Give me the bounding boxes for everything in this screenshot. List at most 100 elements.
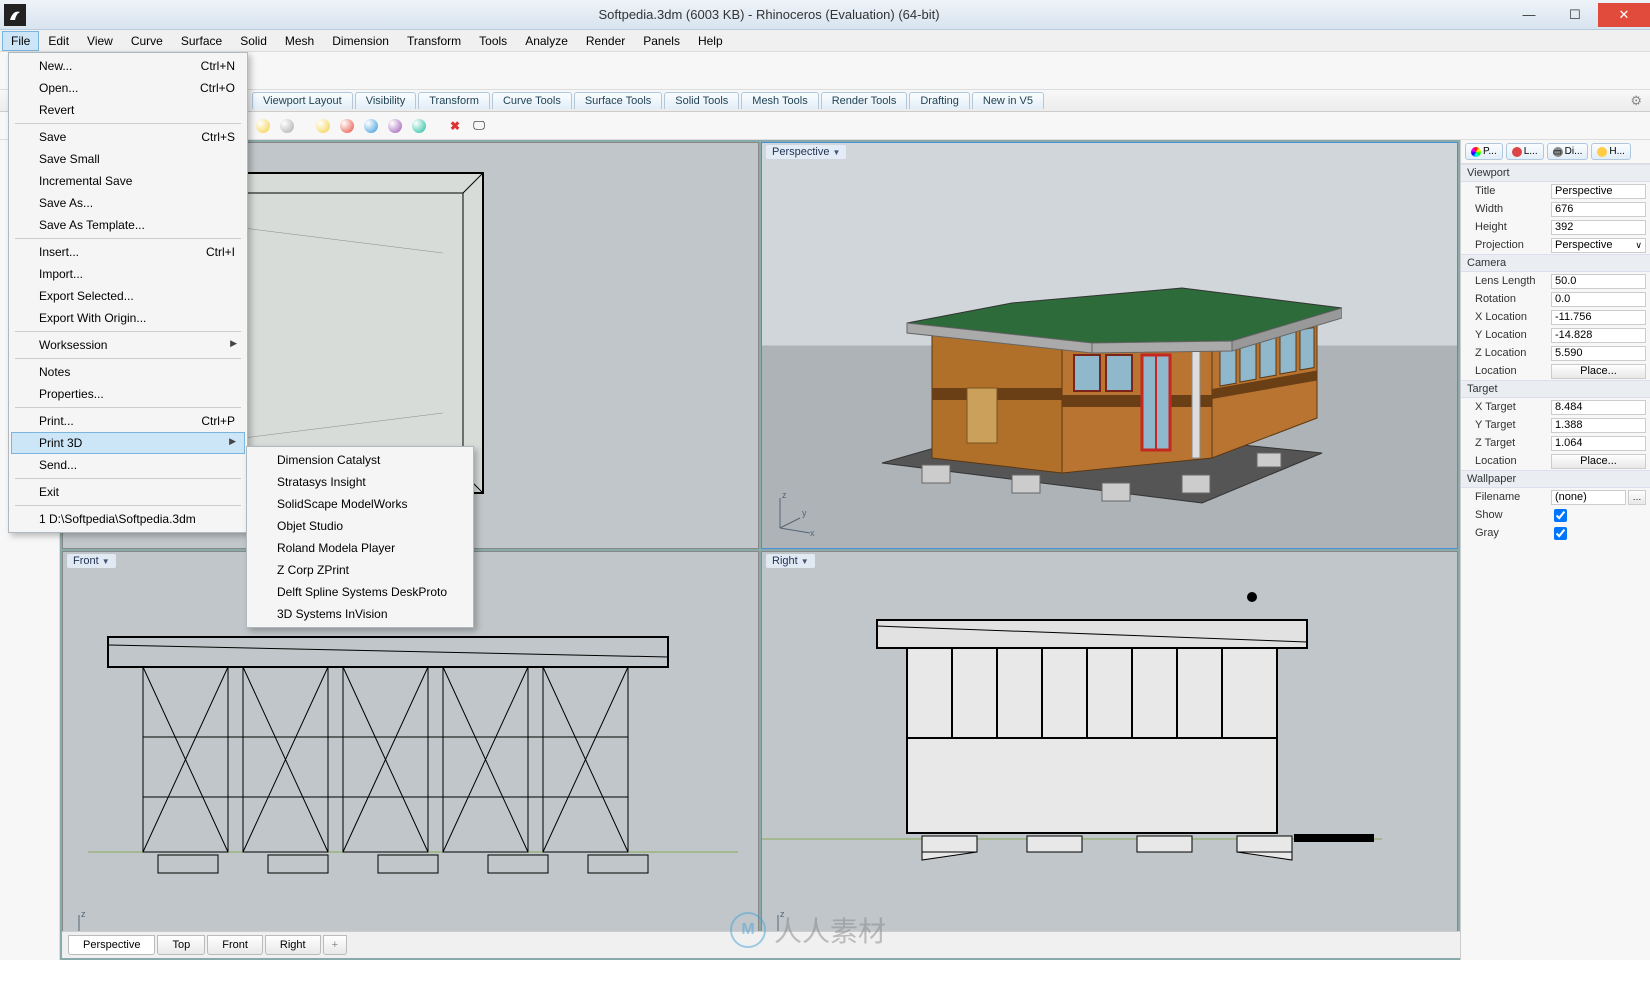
file-menu-item[interactable]: Insert...Ctrl+I <box>11 241 245 263</box>
print3d-menu-item[interactable]: Delft Spline Systems DeskProto <box>249 581 471 603</box>
tool-sphere-4[interactable] <box>384 115 406 137</box>
print3d-menu-item[interactable]: 3D Systems InVision <box>249 603 471 625</box>
file-menu-item[interactable]: Notes <box>11 361 245 383</box>
file-menu-item[interactable]: Properties... <box>11 383 245 405</box>
file-menu-item[interactable]: Save As... <box>11 192 245 214</box>
file-menu-item[interactable]: Export With Origin... <box>11 307 245 329</box>
val-lens[interactable]: 50.0 <box>1551 274 1646 289</box>
minimize-button[interactable]: — <box>1506 3 1552 27</box>
menu-curve[interactable]: Curve <box>122 31 172 51</box>
menu-solid[interactable]: Solid <box>231 31 276 51</box>
tab-surface-tools[interactable]: Surface Tools <box>574 92 662 109</box>
menu-analyze[interactable]: Analyze <box>516 31 577 51</box>
tab-drafting[interactable]: Drafting <box>909 92 970 109</box>
tab-viewport-layout[interactable]: Viewport Layout <box>252 92 353 109</box>
tab-transform[interactable]: Transform <box>418 92 490 109</box>
file-menu-item[interactable]: Incremental Save <box>11 170 245 192</box>
print3d-menu-item[interactable]: Stratasys Insight <box>249 471 471 493</box>
tab-mesh-tools[interactable]: Mesh Tools <box>741 92 818 109</box>
tool-shade-gray[interactable] <box>276 115 298 137</box>
val-rotation[interactable]: 0.0 <box>1551 292 1646 307</box>
file-menu-item[interactable]: Open...Ctrl+O <box>11 77 245 99</box>
gear-icon[interactable]: ⚙ <box>1630 93 1642 109</box>
viewport-label-front[interactable]: Front▼ <box>67 554 116 568</box>
val-xtgt[interactable]: 8.484 <box>1551 400 1646 415</box>
menu-dimension[interactable]: Dimension <box>323 31 398 51</box>
maximize-button[interactable]: ☐ <box>1552 3 1598 27</box>
menu-mesh[interactable]: Mesh <box>276 31 323 51</box>
btn-place-camera[interactable]: Place... <box>1551 364 1646 379</box>
tool-sphere-5[interactable] <box>408 115 430 137</box>
lbl-width: Width <box>1475 203 1551 215</box>
viewport-perspective[interactable]: Perspective▼ <box>761 142 1458 549</box>
tool-sphere-1[interactable] <box>312 115 334 137</box>
vtab-top[interactable]: Top <box>157 935 205 955</box>
close-button[interactable]: ✕ <box>1598 3 1650 27</box>
file-menu-item[interactable]: Print 3D▶ <box>11 432 245 454</box>
viewport-label-perspective[interactable]: Perspective▼ <box>766 145 846 159</box>
tool-shade-yellow[interactable] <box>252 115 274 137</box>
val-xloc[interactable]: -11.756 <box>1551 310 1646 325</box>
print3d-menu-item[interactable]: SolidScape ModelWorks <box>249 493 471 515</box>
viewport-label-right[interactable]: Right▼ <box>766 554 815 568</box>
chk-gray[interactable] <box>1551 526 1646 541</box>
tab-visibility[interactable]: Visibility <box>355 92 417 109</box>
file-menu-item[interactable]: Revert <box>11 99 245 121</box>
chk-show[interactable] <box>1551 508 1646 523</box>
proptab-layers[interactable]: L... <box>1506 143 1544 160</box>
vtab-front[interactable]: Front <box>207 935 263 955</box>
viewport-right[interactable]: Right▼ <box>761 551 1458 958</box>
file-menu-item[interactable]: Send... <box>11 454 245 476</box>
menu-tools[interactable]: Tools <box>470 31 516 51</box>
file-menu-item[interactable]: 1 D:\Softpedia\Softpedia.3dm <box>11 508 245 530</box>
menu-view[interactable]: View <box>78 31 122 51</box>
menu-file[interactable]: File <box>2 31 39 51</box>
file-menu-item[interactable]: Print...Ctrl+P <box>11 410 245 432</box>
proptab-properties[interactable]: P... <box>1465 143 1503 160</box>
tool-sphere-3[interactable] <box>360 115 382 137</box>
menu-edit[interactable]: Edit <box>39 31 78 51</box>
file-menu-item[interactable]: Save As Template... <box>11 214 245 236</box>
btn-place-target[interactable]: Place... <box>1551 454 1646 469</box>
lbl-zloc: Z Location <box>1475 347 1551 359</box>
val-width[interactable]: 676 <box>1551 202 1646 217</box>
vtab-right[interactable]: Right <box>265 935 321 955</box>
val-filename[interactable]: (none) <box>1551 490 1626 505</box>
print3d-menu-item[interactable]: Objet Studio <box>249 515 471 537</box>
menu-panels[interactable]: Panels <box>634 31 689 51</box>
file-menu-item[interactable]: Import... <box>11 263 245 285</box>
tab-solid-tools[interactable]: Solid Tools <box>664 92 739 109</box>
tab-curve-tools[interactable]: Curve Tools <box>492 92 572 109</box>
tool-sphere-2[interactable] <box>336 115 358 137</box>
tool-monitor-icon[interactable]: 🖵 <box>468 115 490 137</box>
val-zloc[interactable]: 5.590 <box>1551 346 1646 361</box>
menu-render[interactable]: Render <box>577 31 634 51</box>
menu-transform[interactable]: Transform <box>398 31 470 51</box>
val-height[interactable]: 392 <box>1551 220 1646 235</box>
section-viewport: Viewport <box>1461 164 1650 182</box>
file-menu-item[interactable]: Worksession▶ <box>11 334 245 356</box>
file-menu-item[interactable]: Export Selected... <box>11 285 245 307</box>
menu-help[interactable]: Help <box>689 31 732 51</box>
vtab-perspective[interactable]: Perspective <box>68 935 155 955</box>
file-menu-item[interactable]: SaveCtrl+S <box>11 126 245 148</box>
file-menu-item[interactable]: New...Ctrl+N <box>11 55 245 77</box>
print3d-menu-item[interactable]: Dimension Catalyst <box>249 449 471 471</box>
val-projection[interactable]: Perspective∨ <box>1551 238 1646 253</box>
val-ztgt[interactable]: 1.064 <box>1551 436 1646 451</box>
tab-render-tools[interactable]: Render Tools <box>821 92 908 109</box>
menu-surface[interactable]: Surface <box>172 31 231 51</box>
tab-new-v5[interactable]: New in V5 <box>972 92 1044 109</box>
val-title[interactable]: Perspective <box>1551 184 1646 199</box>
btn-browse-wallpaper[interactable]: … <box>1628 490 1646 505</box>
val-ytgt[interactable]: 1.388 <box>1551 418 1646 433</box>
file-menu-item[interactable]: Exit <box>11 481 245 503</box>
proptab-display[interactable]: ▭Di... <box>1547 143 1589 160</box>
proptab-help[interactable]: H... <box>1591 143 1631 160</box>
file-menu-item[interactable]: Save Small <box>11 148 245 170</box>
tool-cancel-icon[interactable]: ✖ <box>444 115 466 137</box>
val-yloc[interactable]: -14.828 <box>1551 328 1646 343</box>
print3d-menu-item[interactable]: Roland Modela Player <box>249 537 471 559</box>
print3d-menu-item[interactable]: Z Corp ZPrint <box>249 559 471 581</box>
vtab-add[interactable]: + <box>323 935 347 955</box>
